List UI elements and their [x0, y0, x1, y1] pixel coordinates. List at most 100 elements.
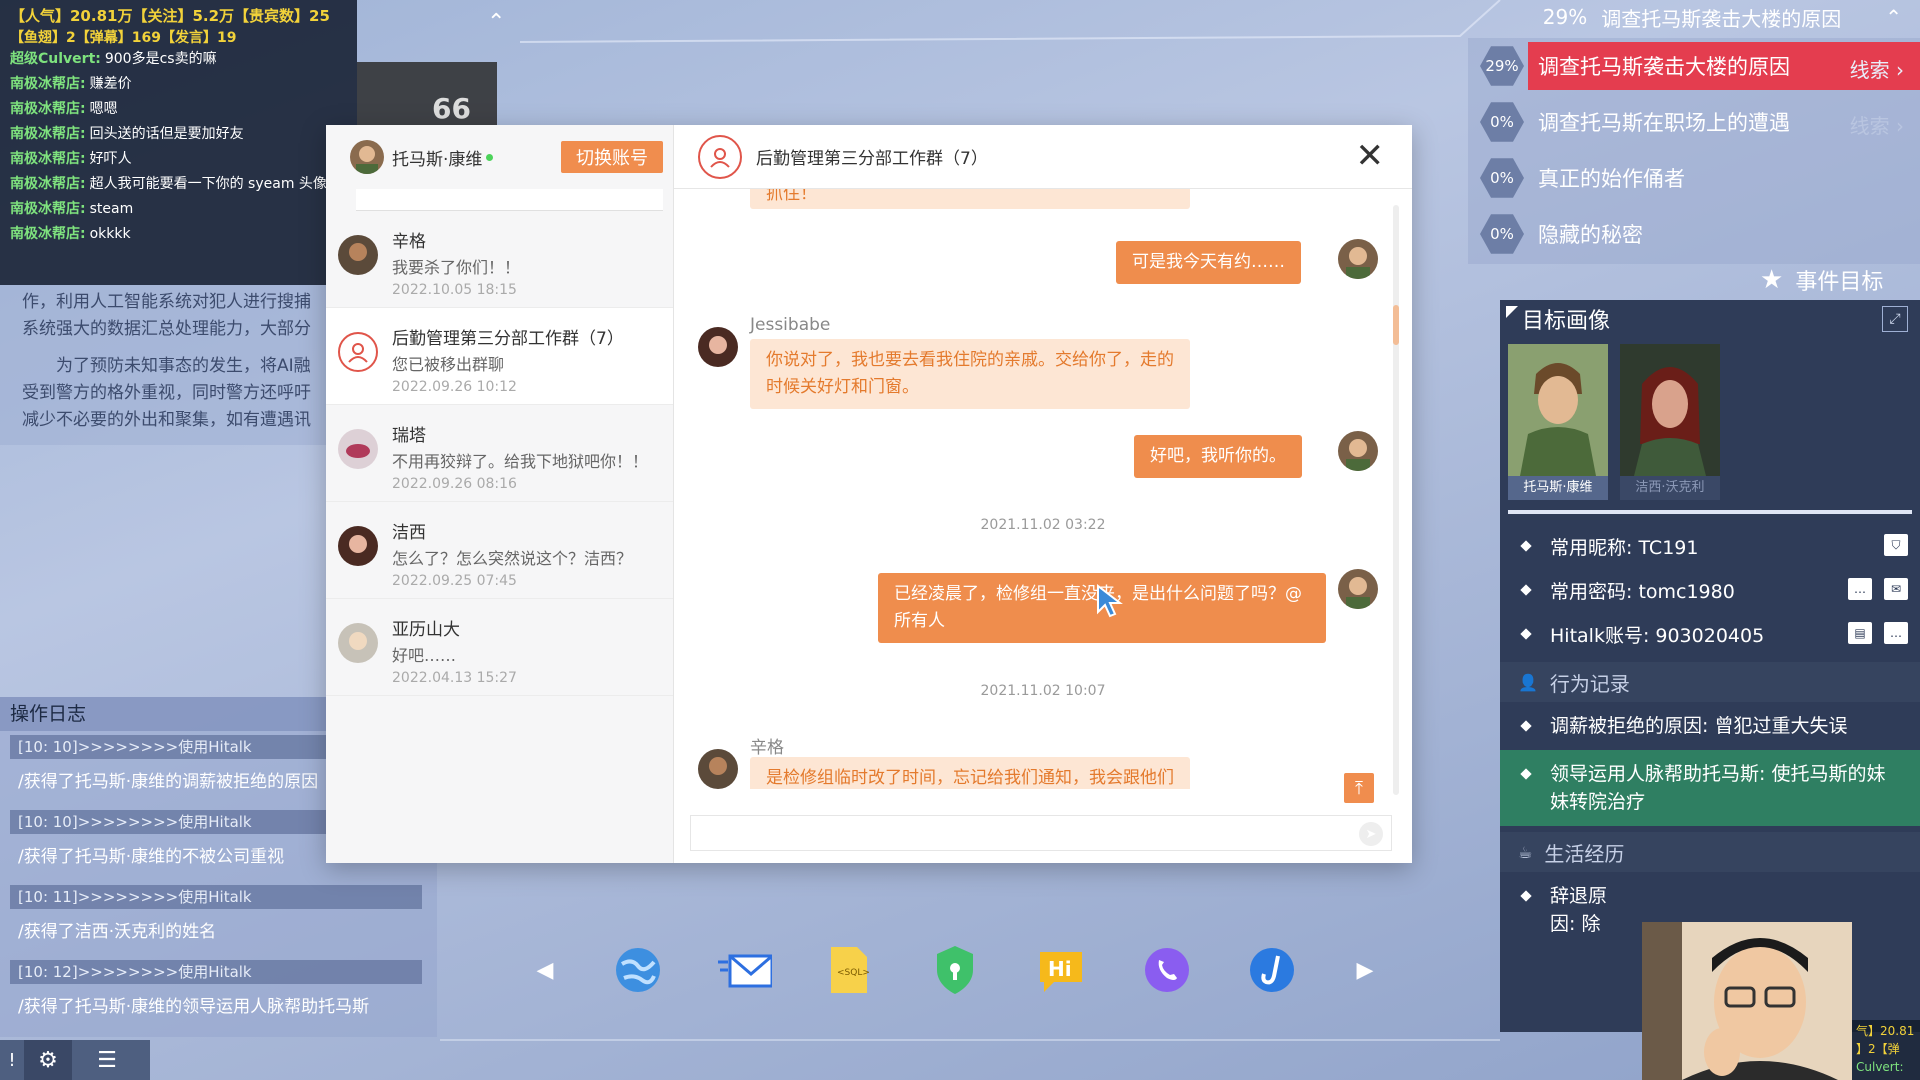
mail-icon[interactable]: ✉: [1884, 578, 1908, 600]
objective-header: 29% 调查托马斯袭击大楼的原因 ⌃: [1480, 0, 1920, 34]
chat-main-panel: 后勤管理第三分部工作群（7） ✕ 抓住！ 可是我今天有约…… Jessibabe…: [674, 125, 1412, 863]
message-timestamp: 2021.11.02 03:22: [980, 517, 1106, 533]
stream-message: 南极冰帮店: 赚差价: [10, 76, 132, 92]
profile-field: Hitalk账号: 903020405 ▤ …: [1500, 612, 1920, 656]
self-avatar: [1338, 431, 1378, 471]
message-bubble-incoming: 是检修组临时改了时间，忘记给我们通知，我会跟他们的负责人反映。: [750, 757, 1190, 789]
bullet-icon: [1520, 720, 1532, 732]
account-header: 托马斯·康维 切换账号: [326, 125, 673, 189]
log-entry: [10: 12]>>>>>>>>使用Hitalk /获得了托马斯·康维的领导运用…: [10, 960, 423, 1025]
conversation-item[interactable]: 后勤管理第三分部工作群（7） 您已被移出群聊 2022.09.26 10:12: [326, 308, 673, 405]
objective-item[interactable]: 0% 真正的始作俑者: [1468, 150, 1920, 206]
conversation-search[interactable]: [356, 189, 663, 211]
close-icon[interactable]: ✕: [1356, 139, 1385, 173]
avatar: [338, 623, 378, 663]
profile-field: 常用昵称: TC191 ⛉: [1500, 524, 1920, 568]
portrait-image-jessie: [1620, 344, 1720, 476]
bullet-icon: [1520, 584, 1532, 596]
conversation-item[interactable]: 亚历山大 好吧…… 2022.04.13 15:27: [326, 599, 673, 696]
switch-account-button[interactable]: 切换账号: [561, 141, 663, 173]
chat-scrollbar-thumb[interactable]: [1393, 305, 1399, 345]
app-dock: ◀ <SQL> Hi ▶: [530, 935, 1380, 1005]
message-bubble-partial: 抓住！: [750, 189, 1190, 209]
message-bubble-outgoing: 可是我今天有约……: [1116, 241, 1301, 284]
behavior-record-header[interactable]: 👤 行为记录: [1500, 662, 1920, 702]
avatar: [338, 235, 378, 275]
life-history-header[interactable]: ☕ 生活经历: [1500, 832, 1920, 872]
objective-header-title: 调查托马斯袭击大楼的原因: [1601, 6, 1842, 31]
conversation-item[interactable]: 辛格 我要杀了你们！！ 2022.10.05 18:15: [326, 211, 673, 308]
hitalk-chat-window: 托马斯·康维 切换账号 辛格 我要杀了你们！！ 2022.10.05 18:15…: [326, 125, 1412, 863]
clue-link[interactable]: 线索 ›: [1850, 54, 1904, 83]
stream-stats: 【人气】20.81万【关注】5.2万【贵宾数】25: [10, 7, 330, 25]
mouse-cursor-icon: [1097, 584, 1123, 618]
portrait-card[interactable]: 托马斯·康维: [1508, 344, 1608, 500]
objective-list: 29% 调查托马斯袭击大楼的原因 线索 › 0% 调查托马斯在职场上的遭遇 线索…: [1468, 38, 1920, 264]
corner-marker: [1506, 306, 1518, 318]
chat-title: 后勤管理第三分部工作群（7）: [756, 149, 988, 169]
scroll-to-top-icon[interactable]: ⤒: [1344, 773, 1374, 803]
expand-icon[interactable]: ⤢: [1882, 306, 1908, 332]
sender-name: Jessibabe: [750, 315, 831, 335]
account-name: 托马斯·康维: [392, 149, 483, 170]
hook-tool-icon[interactable]: [1244, 942, 1300, 998]
group-avatar-icon: [338, 332, 378, 372]
group-chat-icon: [698, 134, 742, 179]
settings-gear-icon[interactable]: ⚙: [24, 1040, 72, 1080]
collapse-chevron-icon[interactable]: ⌃: [1885, 5, 1902, 29]
conversation-item[interactable]: 瑞塔 不用再狡辩了。给我下地狱吧你！！ 2022.09.26 08:16: [326, 405, 673, 502]
phone-call-icon[interactable]: [1139, 942, 1195, 998]
log-entry: [10: 11]>>>>>>>>使用Hitalk /获得了洁西·沃克利的姓名: [10, 885, 423, 950]
progress-hex-badge: 0%: [1480, 158, 1524, 198]
shield-icon[interactable]: ⛉: [1884, 534, 1908, 556]
conversation-item[interactable]: 洁西 怎么了？怎么突然说这个？洁西？ 2022.09.25 07:45: [326, 502, 673, 599]
collapse-up-icon[interactable]: ⌃: [487, 10, 505, 35]
mail-icon[interactable]: [716, 942, 772, 998]
chat-bubble-icon[interactable]: …: [1884, 622, 1908, 644]
divider: [1508, 510, 1912, 514]
send-icon[interactable]: ➤: [1359, 822, 1383, 846]
dock-prev-arrow-icon[interactable]: ◀: [530, 958, 560, 983]
event-goal-label[interactable]: ★ 事件目标: [1760, 264, 1883, 296]
streamer-webcam: [1642, 922, 1852, 1080]
objective-item[interactable]: 29% 调查托马斯袭击大楼的原因 线索 ›: [1468, 38, 1920, 94]
avatar: [338, 526, 378, 566]
person-icon: 👤: [1518, 672, 1538, 692]
message-timestamp: 2021.11.02 10:07: [980, 683, 1106, 699]
objective-item[interactable]: 0% 隐藏的秘密: [1468, 206, 1920, 262]
stream-message: 南极冰帮店: 回头送的话但是要加好友: [10, 126, 244, 142]
bottom-toolbar: ! ⚙ ☰: [0, 1040, 150, 1080]
stream-message: 超级Culvert: 900多是cs卖的嘛: [10, 51, 217, 67]
stream-stats-2: 【鱼翅】2【弹幕】169【发言】19: [10, 30, 237, 46]
clue-link[interactable]: 线索 ›: [1850, 110, 1904, 139]
hitalk-app-icon[interactable]: Hi: [1033, 942, 1089, 998]
news-article: 作，利用人工智能系统对犯人进行搜捕系统强大的数据汇总处理能力，大部分 为了预防未…: [0, 285, 330, 445]
chat-bubble-icon[interactable]: …: [1848, 578, 1872, 600]
stream-chat-overlay: 【人气】20.81万【关注】5.2万【贵宾数】25 【鱼翅】2【弹幕】169【发…: [0, 0, 357, 285]
avatar: [338, 429, 378, 469]
sql-file-icon[interactable]: <SQL>: [821, 942, 877, 998]
chat-scrollbar-track[interactable]: [1393, 205, 1399, 795]
behavior-record-item: 调薪被拒绝的原因: 曾犯过重大失误: [1500, 702, 1920, 750]
task-list-icon[interactable]: ☰: [72, 1040, 142, 1080]
objective-header-percent: 29%: [1542, 5, 1588, 29]
message-bubble-incoming: 你说对了，我也要去看我住院的亲戚。交给你了，走的时候关好灯和门窗。: [750, 339, 1190, 409]
security-shield-icon[interactable]: [927, 942, 983, 998]
message-list[interactable]: 抓住！ 可是我今天有约…… Jessibabe 你说对了，我也要去看我住院的亲戚…: [674, 189, 1412, 789]
jessibabe-avatar: [698, 327, 738, 367]
progress-hex-badge: 0%: [1480, 102, 1524, 142]
browser-globe-icon[interactable]: [610, 942, 666, 998]
dock-next-arrow-icon[interactable]: ▶: [1350, 958, 1380, 983]
objective-item[interactable]: 0% 调查托马斯在职场上的遭遇 线索 ›: [1468, 94, 1920, 150]
progress-hex-badge: 29%: [1480, 46, 1524, 86]
alert-icon[interactable]: !: [0, 1040, 24, 1080]
profile-title: 目标画像 ⤢: [1500, 300, 1920, 338]
progress-hex-badge: 0%: [1480, 214, 1524, 254]
svg-text:<SQL>: <SQL>: [837, 968, 869, 978]
portrait-card[interactable]: 洁西·沃克利: [1620, 344, 1720, 500]
bullet-icon: [1520, 890, 1532, 902]
self-avatar: [1338, 239, 1378, 279]
document-icon[interactable]: ▤: [1848, 622, 1872, 644]
message-input[interactable]: ➤: [690, 815, 1392, 851]
self-avatar: [1338, 569, 1378, 609]
